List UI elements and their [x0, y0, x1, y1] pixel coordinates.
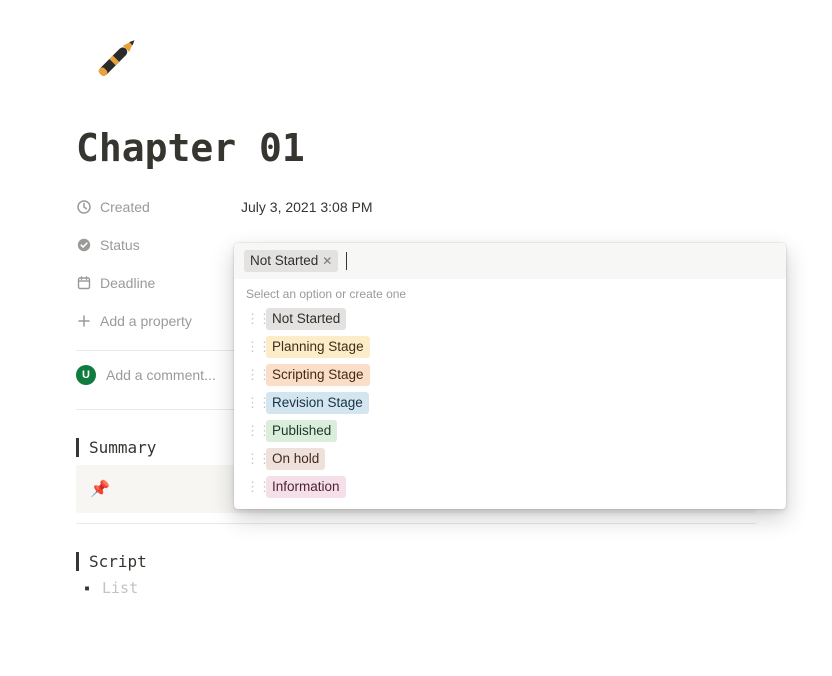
plus-icon — [76, 313, 92, 329]
comment-placeholder: Add a comment... — [106, 367, 216, 383]
property-label: Created — [100, 199, 150, 215]
status-option[interactable]: ⋮⋮ On hold — [240, 445, 780, 473]
list-item[interactable]: List — [84, 579, 756, 597]
drag-handle-icon[interactable]: ⋮⋮ — [246, 339, 258, 355]
status-option[interactable]: ⋮⋮ Revision Stage — [240, 389, 780, 417]
option-tag: Planning Stage — [266, 336, 370, 358]
property-created[interactable]: Created July 3, 2021 3:08 PM — [76, 188, 756, 226]
option-tag: On hold — [266, 448, 325, 470]
option-tag: Scripting Stage — [266, 364, 370, 386]
add-property-label: Add a property — [100, 313, 192, 329]
text-cursor — [346, 252, 347, 270]
page-title[interactable]: Chapter 01 — [76, 126, 756, 170]
calendar-icon — [76, 275, 92, 291]
section-heading-script[interactable]: Script — [76, 552, 756, 571]
status-option[interactable]: ⋮⋮ Scripting Stage — [240, 361, 780, 389]
drag-handle-icon[interactable]: ⋮⋮ — [246, 311, 258, 327]
status-option[interactable]: ⋮⋮ Published — [240, 417, 780, 445]
selected-tag[interactable]: Not Started ✕ — [244, 250, 338, 272]
selected-tag-label: Not Started — [250, 251, 318, 271]
status-search-input[interactable] — [353, 250, 776, 272]
status-option-list: ⋮⋮ Not Started ⋮⋮ Planning Stage ⋮⋮ Scripting… — [234, 305, 786, 509]
pin-icon: 📌 — [90, 481, 110, 498]
script-bullet-list[interactable]: List — [76, 579, 756, 597]
status-option[interactable]: ⋮⋮ Not Started — [240, 305, 780, 333]
status-select-popover: Not Started ✕ Select an option or create… — [234, 243, 786, 509]
property-label: Status — [100, 237, 140, 253]
status-option[interactable]: ⋮⋮ Information — [240, 473, 780, 501]
avatar: U — [76, 365, 96, 385]
property-value: July 3, 2021 3:08 PM — [241, 199, 373, 215]
page-icon[interactable] — [76, 20, 154, 98]
status-icon — [76, 237, 92, 253]
drag-handle-icon[interactable]: ⋮⋮ — [246, 367, 258, 383]
popover-input-row[interactable]: Not Started ✕ — [234, 243, 786, 279]
drag-handle-icon[interactable]: ⋮⋮ — [246, 451, 258, 467]
option-tag: Information — [266, 476, 346, 498]
option-tag: Published — [266, 420, 337, 442]
pen-icon — [80, 24, 150, 94]
drag-handle-icon[interactable]: ⋮⋮ — [246, 479, 258, 495]
divider — [76, 523, 756, 524]
drag-handle-icon[interactable]: ⋮⋮ — [246, 395, 258, 411]
clock-icon — [76, 199, 92, 215]
option-tag: Not Started — [266, 308, 346, 330]
property-label: Deadline — [100, 275, 155, 291]
remove-tag-icon[interactable]: ✕ — [322, 251, 332, 271]
option-tag: Revision Stage — [266, 392, 369, 414]
drag-handle-icon[interactable]: ⋮⋮ — [246, 423, 258, 439]
popover-hint: Select an option or create one — [234, 279, 786, 305]
status-option[interactable]: ⋮⋮ Planning Stage — [240, 333, 780, 361]
